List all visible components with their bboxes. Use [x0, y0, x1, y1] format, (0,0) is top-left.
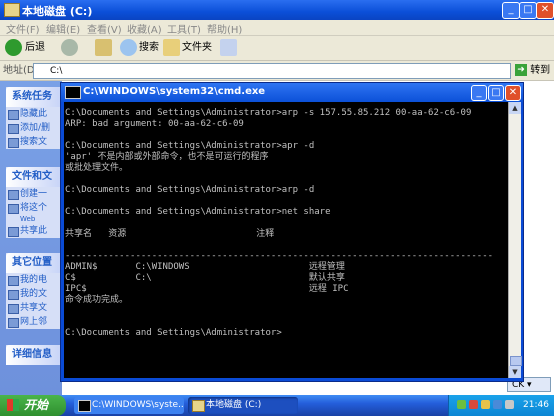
place-item[interactable]: 我的电 — [6, 273, 62, 287]
task-icon — [8, 138, 19, 148]
volume-tray-icon[interactable] — [481, 400, 490, 409]
panel-title[interactable]: 其它位置 — [6, 253, 62, 273]
network-tray-icon[interactable] — [457, 400, 466, 409]
explorer-title: 本地磁盘 (C:) — [22, 5, 93, 18]
console-line: C:\Documents and Settings\Administrator>… — [65, 141, 315, 151]
panel-file-tasks: 文件和文 创建一 将这个 Web 共享此 — [6, 167, 62, 238]
console-line: C:\Documents and Settings\Administrator>… — [65, 108, 472, 118]
cmd-close-button[interactable]: ✕ — [505, 85, 521, 101]
folders-button[interactable]: 文件夹 — [182, 39, 212, 57]
forward-arrow-icon[interactable] — [61, 39, 78, 56]
console-line: ARP: bad argument: 00-aa-62-c6-09 — [65, 119, 244, 129]
scroll-thumb[interactable] — [510, 356, 522, 366]
cmd-console-output[interactable]: C:\Documents and Settings\Administrator>… — [64, 102, 508, 378]
menu-file[interactable]: 文件(F) — [6, 21, 40, 36]
console-line: 'apr' 不是内部或外部命令，也不是可运行的程序 — [65, 152, 269, 162]
place-item[interactable]: 共享文 — [6, 301, 62, 315]
task-item-sub: Web — [20, 215, 36, 223]
minimize-button[interactable]: _ — [502, 2, 520, 19]
console-line: ----------------------------------------… — [65, 251, 494, 261]
tray-icon[interactable] — [493, 400, 502, 409]
console-icon — [65, 86, 81, 99]
panel-system-tasks: 系统任务 隐藏此 添加/删 搜索文 — [6, 87, 62, 149]
taskbar: 开始 C:\WINDOWS\syste... 本地磁盘 (C:) 21:46 — [0, 395, 554, 416]
close-button[interactable]: ✕ — [536, 2, 554, 19]
task-item[interactable]: 创建一 — [6, 187, 62, 201]
go-button[interactable]: ➜ 转到 — [515, 63, 550, 78]
search-icon[interactable] — [120, 39, 137, 56]
clock[interactable]: 21:46 — [523, 395, 549, 416]
console-line: C:\Documents and Settings\Administrator>… — [65, 185, 315, 195]
task-icon — [8, 110, 19, 120]
taskbar-item-explorer[interactable]: 本地磁盘 (C:) — [188, 397, 298, 414]
back-button[interactable]: 后退 — [25, 39, 45, 57]
windows-logo-icon — [7, 399, 19, 411]
address-value: C:\ — [50, 66, 63, 76]
place-item[interactable]: 网上邻 — [6, 315, 62, 329]
console-line: 或批处理文件。 — [65, 163, 129, 173]
task-item[interactable]: 将这个 — [6, 201, 62, 215]
console-line: C:\Documents and Settings\Administrator>… — [65, 207, 331, 217]
panel-title[interactable]: 文件和文 — [6, 167, 62, 187]
console-line: C:\Documents and Settings\Administrator> — [65, 328, 282, 338]
menu-bar: 文件(F) 编辑(E) 查看(V) 收藏(A) 工具(T) 帮助(H) — [0, 20, 554, 36]
system-tray: 21:46 — [448, 395, 554, 416]
security-tray-icon[interactable] — [469, 400, 478, 409]
cmd-title-bar[interactable]: C:\WINDOWS\system32\cmd.exe _ □ ✕ — [61, 83, 523, 102]
panel-details: 详细信息 — [6, 345, 62, 365]
console-line: C$ C:\ 默认共享 — [65, 273, 345, 283]
task-icon — [8, 204, 19, 214]
drive-icon — [4, 3, 20, 17]
panel-other-places: 其它位置 我的电 我的文 共享文 网上邻 — [6, 253, 62, 329]
cmd-window: C:\WINDOWS\system32\cmd.exe _ □ ✕ C:\Doc… — [60, 82, 524, 382]
go-arrow-icon: ➜ — [515, 64, 527, 76]
task-item[interactable]: 共享此 — [6, 224, 62, 238]
cmd-title: C:\WINDOWS\system32\cmd.exe — [83, 86, 266, 97]
back-arrow-icon[interactable] — [5, 39, 22, 56]
toolbar: 后退 搜索 文件夹 — [0, 36, 554, 61]
console-line: 共享名 资源 注释 — [65, 229, 275, 239]
console-line: 命令成功完成。 — [65, 295, 129, 305]
documents-icon — [8, 290, 19, 300]
cmd-minimize-button[interactable]: _ — [471, 85, 487, 101]
menu-view[interactable]: 查看(V) — [87, 21, 122, 36]
drive-icon — [192, 400, 205, 412]
task-item[interactable]: 隐藏此 — [6, 107, 62, 121]
console-line: IPC$ 远程 IPC — [65, 284, 349, 294]
menu-help[interactable]: 帮助(H) — [207, 21, 242, 36]
scroll-up-arrow-icon[interactable]: ▲ — [509, 102, 521, 114]
maximize-button[interactable]: □ — [519, 2, 537, 19]
menu-favorites[interactable]: 收藏(A) — [127, 21, 162, 36]
network-icon — [8, 318, 19, 328]
place-item[interactable]: 我的文 — [6, 287, 62, 301]
computer-icon — [8, 276, 19, 286]
menu-edit[interactable]: 编辑(E) — [46, 21, 80, 36]
task-icon — [8, 190, 19, 200]
start-button[interactable]: 开始 — [0, 395, 66, 416]
explorer-title-bar[interactable]: 本地磁盘 (C:) _ □ ✕ — [0, 0, 554, 20]
panel-title[interactable]: 详细信息 — [6, 345, 62, 365]
task-icon — [8, 124, 19, 134]
task-item[interactable]: 添加/删 — [6, 121, 62, 135]
menu-tools[interactable]: 工具(T) — [167, 21, 201, 36]
folder-up-icon[interactable] — [95, 39, 112, 56]
console-line: ADMIN$ C:\WINDOWS 远程管理 — [65, 262, 345, 272]
cmd-maximize-button[interactable]: □ — [488, 85, 504, 101]
cmd-scrollbar[interactable]: ▲ ▼ — [508, 102, 522, 378]
go-label: 转到 — [530, 65, 551, 76]
search-button[interactable]: 搜索 — [139, 39, 159, 57]
shared-folder-icon — [8, 304, 19, 314]
address-input[interactable]: C:\ — [33, 63, 511, 79]
task-item[interactable]: 搜索文 — [6, 135, 62, 149]
taskbar-item-cmd[interactable]: C:\WINDOWS\syste... — [74, 397, 184, 414]
scroll-down-arrow-icon[interactable]: ▼ — [509, 366, 521, 378]
tray-icon[interactable] — [505, 400, 514, 409]
panel-title[interactable]: 系统任务 — [6, 87, 62, 107]
task-pane: 系统任务 隐藏此 添加/删 搜索文 文件和文 创建一 将这个 Web 共享此 其… — [0, 81, 62, 395]
task-icon — [8, 227, 19, 237]
folders-icon[interactable] — [163, 39, 180, 56]
console-icon — [78, 400, 91, 412]
address-bar: 地址(D) C:\ ➜ 转到 — [0, 61, 554, 81]
views-icon[interactable] — [220, 39, 237, 56]
